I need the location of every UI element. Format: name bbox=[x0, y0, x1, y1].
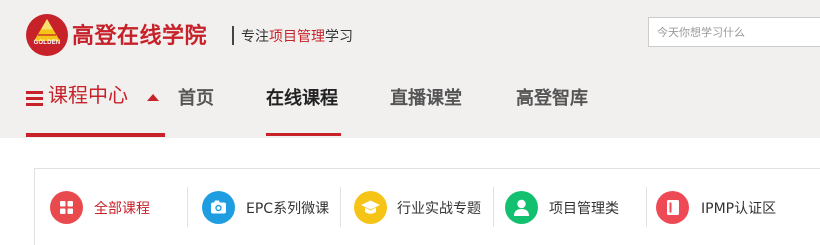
main-nav: 课程中心 首页 在线课程 直播课堂 高登智库 bbox=[0, 70, 820, 138]
course-center-underline bbox=[26, 133, 165, 137]
logo-wordmark: GOLDEN bbox=[33, 40, 61, 46]
category-bar: 全部课程 EPC系列微课 行业实战专题 项目管理类 IPMP认证区 bbox=[34, 168, 820, 245]
tagline: 专注项目管理学习 bbox=[241, 26, 353, 46]
course-center-label: 课程中心 bbox=[48, 83, 128, 107]
category-label: 项目管理类 bbox=[549, 201, 619, 217]
tagline-prefix: 专注 bbox=[241, 29, 269, 45]
graduation-cap-icon bbox=[354, 191, 387, 224]
category-ipmp-certification[interactable]: IPMP认证区 bbox=[647, 169, 820, 245]
category-industry-topics[interactable]: 行业实战专题 bbox=[341, 169, 493, 245]
nav-item-think-tank[interactable]: 高登智库 bbox=[516, 84, 588, 110]
site-name[interactable]: 高登在线学院 bbox=[72, 18, 207, 50]
user-icon bbox=[505, 191, 538, 224]
category-all-courses[interactable]: 全部课程 bbox=[35, 169, 187, 245]
course-center-menu[interactable]: 课程中心 bbox=[26, 70, 166, 138]
caret-up-icon bbox=[147, 94, 159, 101]
tagline-highlight: 项目管理 bbox=[269, 29, 325, 45]
camera-icon bbox=[202, 191, 235, 224]
logo[interactable] bbox=[26, 14, 68, 56]
site-header: GOLDEN 高登在线学院 专注项目管理学习 课程中心 首页 在线课程 直播课堂… bbox=[0, 0, 820, 138]
menu-icon bbox=[26, 91, 43, 106]
grid-icon bbox=[50, 191, 83, 224]
certificate-icon bbox=[656, 191, 689, 224]
category-label: 行业实战专题 bbox=[397, 201, 481, 217]
search-input[interactable] bbox=[648, 17, 820, 47]
active-nav-underline bbox=[266, 133, 341, 136]
category-epc-micro[interactable]: EPC系列微课 bbox=[188, 169, 340, 245]
nav-item-home[interactable]: 首页 bbox=[178, 84, 214, 110]
category-label: EPC系列微课 bbox=[246, 201, 330, 217]
nav-item-online-courses[interactable]: 在线课程 bbox=[266, 84, 338, 110]
page: GOLDEN 高登在线学院 专注项目管理学习 课程中心 首页 在线课程 直播课堂… bbox=[0, 0, 820, 245]
pyramid-logo-icon bbox=[34, 19, 60, 41]
nav-item-live-classroom[interactable]: 直播课堂 bbox=[390, 84, 462, 110]
category-label: IPMP认证区 bbox=[701, 201, 777, 217]
divider bbox=[232, 26, 234, 45]
tagline-suffix: 学习 bbox=[325, 29, 353, 45]
category-label: 全部课程 bbox=[94, 201, 150, 217]
category-project-management[interactable]: 项目管理类 bbox=[494, 169, 646, 245]
